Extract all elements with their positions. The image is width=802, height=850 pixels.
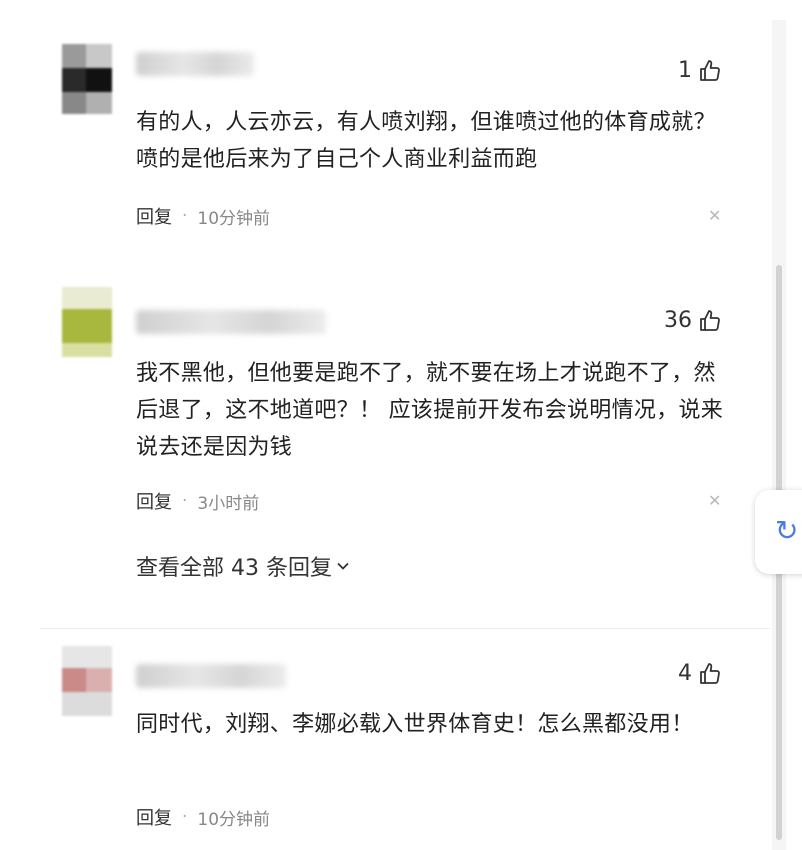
thumbs-up-icon (698, 309, 722, 333)
reply-button[interactable]: 回复 (136, 488, 172, 514)
like-count: 36 (664, 308, 692, 333)
separator-dot: · (182, 206, 188, 226)
view-replies-label: 查看全部 43 条回复 (136, 556, 332, 581)
like-button[interactable]: 1 (678, 58, 722, 83)
floating-action-button[interactable]: ↻ (755, 490, 802, 574)
separator-dot: · (182, 491, 188, 511)
comment-meta: 回复 · 10分钟前 (136, 804, 270, 830)
reply-button[interactable]: 回复 (136, 203, 172, 229)
chevron-down-icon (336, 554, 350, 579)
comment-time: 10分钟前 (197, 208, 271, 229)
comment-text: 同时代，刘翔、李娜必载入世界体育史！怎么黑都没用！ (136, 712, 694, 737)
like-count: 4 (678, 661, 692, 686)
comment-meta: 回复 · 10分钟前 (136, 203, 270, 229)
username[interactable] (136, 52, 254, 76)
reply-button[interactable]: 回复 (136, 804, 172, 830)
divider (40, 628, 770, 629)
comment-time: 3小时前 (197, 493, 260, 514)
comment-text: 有的人，人云亦云，有人喷刘翔，但谁喷过他的体育成就？喷的是他后来为了自己个人商业… (136, 110, 716, 172)
like-button[interactable]: 36 (664, 308, 722, 333)
refresh-icon: ↻ (775, 514, 799, 547)
comment-time: 10分钟前 (197, 809, 271, 830)
thumbs-up-icon (698, 662, 722, 686)
avatar[interactable] (62, 287, 112, 357)
comment-meta: 回复 · 3小时前 (136, 488, 259, 514)
username[interactable] (136, 310, 326, 334)
avatar[interactable] (62, 646, 112, 716)
close-icon[interactable]: ✕ (708, 491, 721, 510)
comment-text: 我不黑他，但他要是跑不了，就不要在场上才说跑不了，然后退了，这不地道吧？！ 应该… (136, 361, 724, 460)
avatar[interactable] (62, 44, 112, 114)
close-icon[interactable]: ✕ (708, 206, 721, 225)
like-button[interactable]: 4 (678, 661, 722, 686)
view-all-replies-link[interactable]: 查看全部 43 条回复 (136, 550, 350, 582)
thumbs-up-icon (698, 59, 722, 83)
like-count: 1 (678, 58, 692, 83)
username[interactable] (136, 664, 286, 688)
separator-dot: · (182, 807, 188, 827)
